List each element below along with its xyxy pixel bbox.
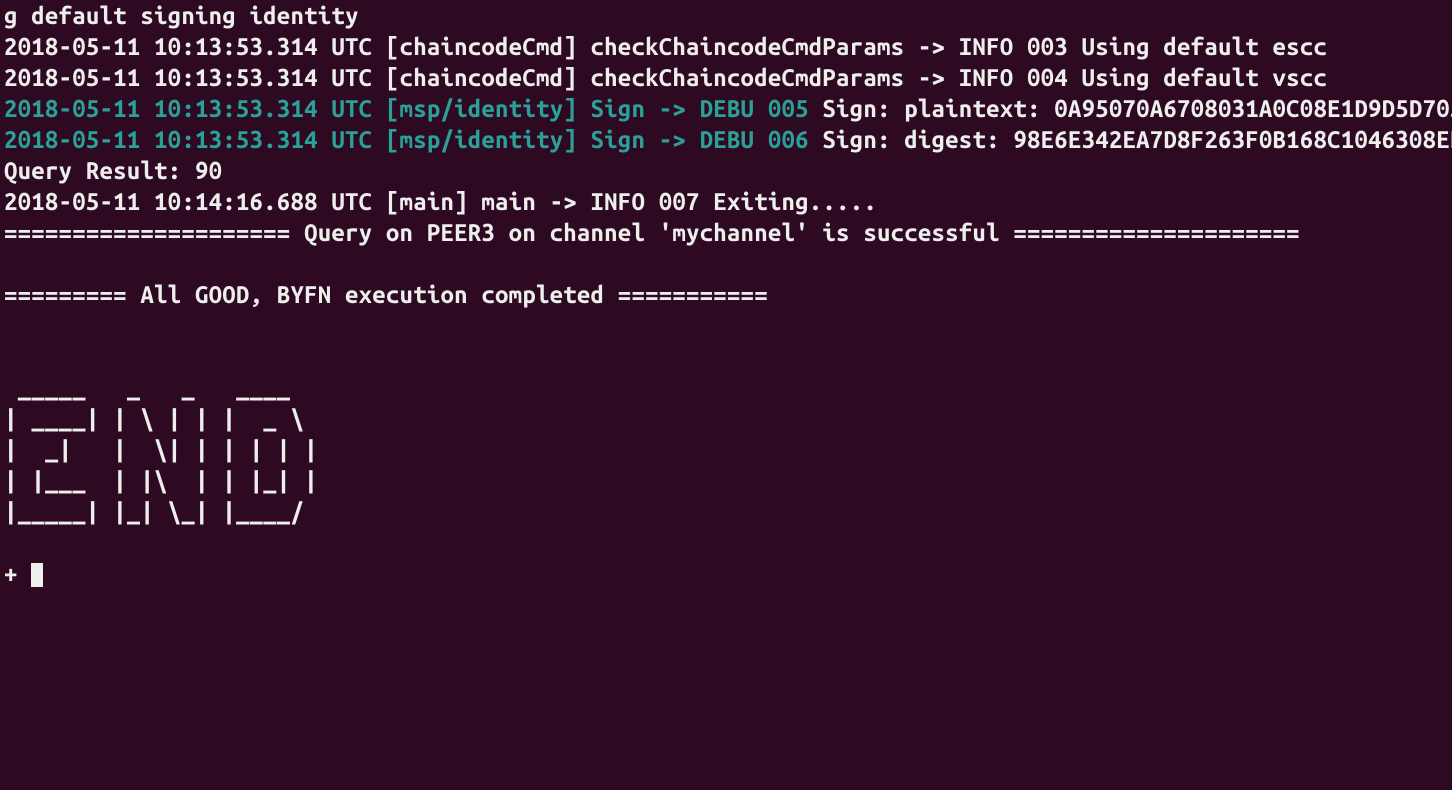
prompt: + xyxy=(4,560,31,587)
ascii-art-line: | _| | \| | | | | | xyxy=(4,436,331,463)
completion-line: ========= All GOOD, BYFN execution compl… xyxy=(4,281,781,308)
log-line: 2018-05-11 10:13:53.314 UTC [chaincodeCm… xyxy=(4,64,1327,91)
log-line: 2018-05-11 10:13:53.314 UTC [chaincodeCm… xyxy=(4,33,1327,60)
ascii-art-line: | |___ | |\ | | |_| | xyxy=(4,467,331,494)
status-line: ===================== Query on PEER3 on … xyxy=(4,219,1313,246)
log-line-debug-prefix: 2018-05-11 10:13:53.314 UTC [msp/identit… xyxy=(4,95,809,122)
query-result-line: Query Result: 90 xyxy=(4,157,222,184)
ascii-art-line: | ____| | \ | | | _ \ xyxy=(4,405,331,432)
cursor xyxy=(31,563,43,587)
log-line: Sign: plaintext: 0A95070A6708031A0C08E1D… xyxy=(809,95,1452,122)
log-line: g default signing identity xyxy=(4,2,359,29)
ascii-art-line: |_____| |_| \_| |____/ xyxy=(4,498,331,525)
log-line: Sign: digest: 98E6E342EA7D8F263F0B168C10… xyxy=(809,126,1452,153)
log-line-debug-prefix: 2018-05-11 10:13:53.314 UTC [msp/identit… xyxy=(4,126,809,153)
terminal-output[interactable]: g default signing identity 2018-05-11 10… xyxy=(0,0,1452,589)
log-line: 2018-05-11 10:14:16.688 UTC [main] main … xyxy=(4,188,877,215)
ascii-art-line: _____ _ _ ____ xyxy=(4,374,331,401)
